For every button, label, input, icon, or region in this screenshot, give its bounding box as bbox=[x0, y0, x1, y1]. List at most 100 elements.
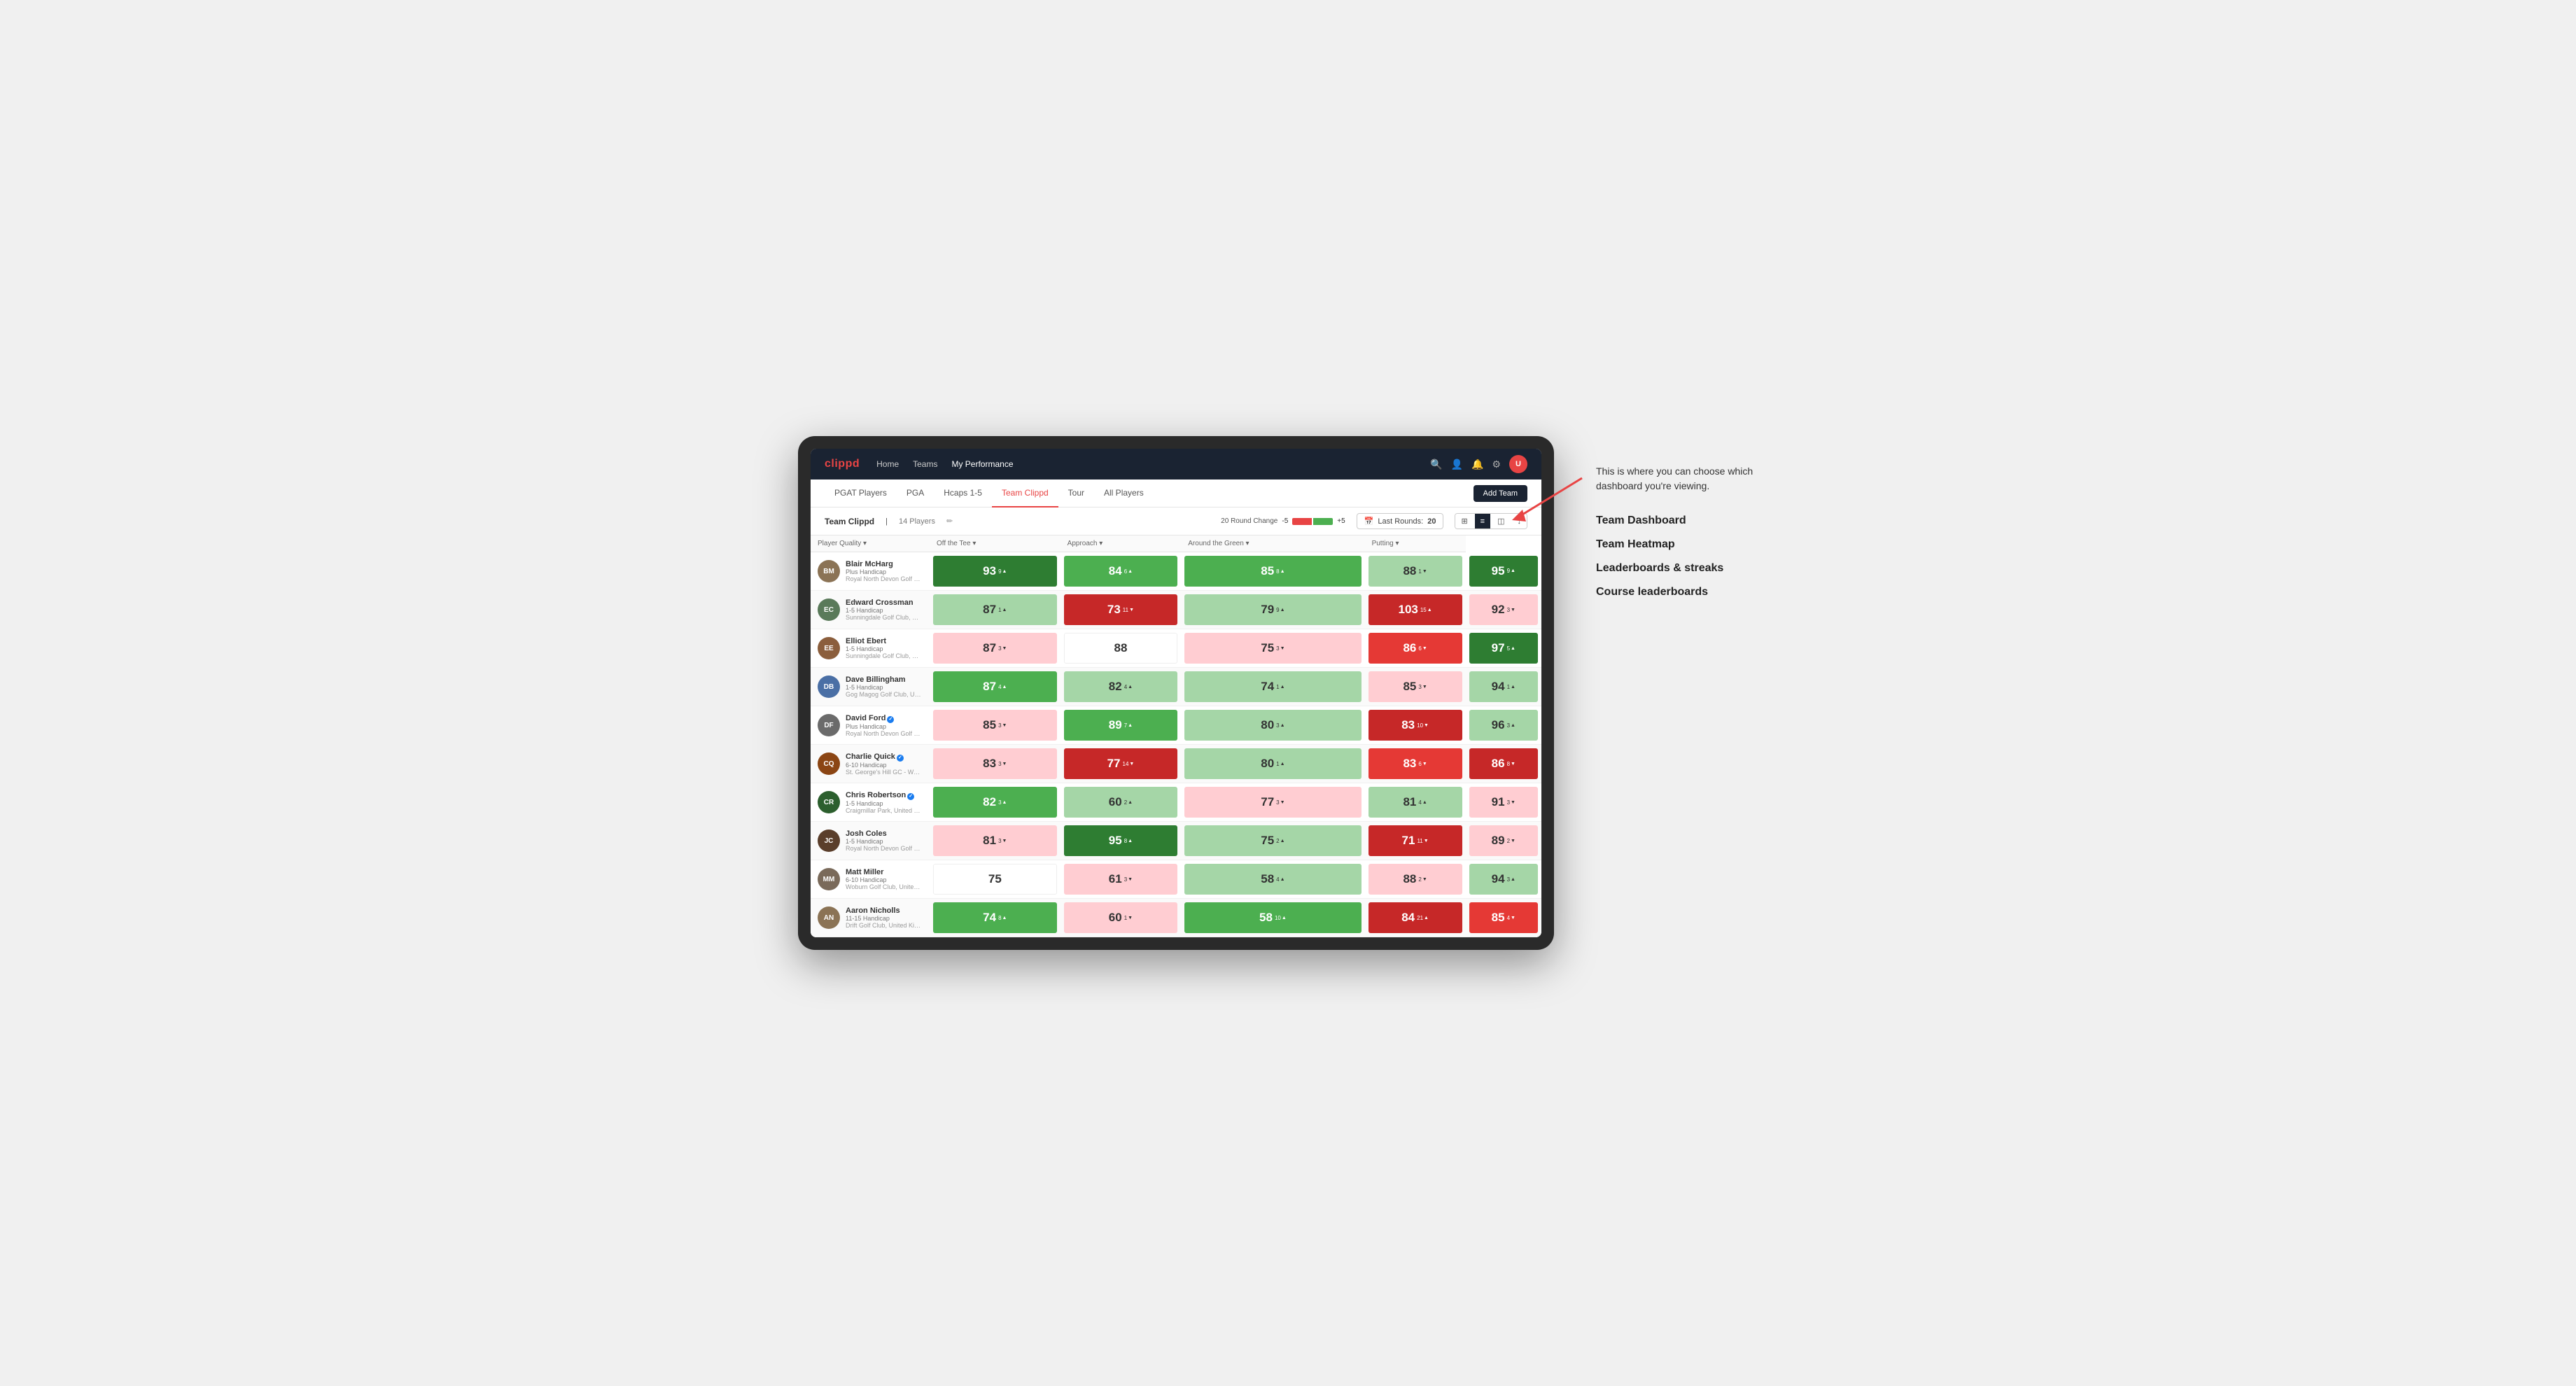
edit-icon[interactable]: ✏ bbox=[946, 517, 953, 526]
player-handicap: 1-5 Handicap bbox=[846, 838, 923, 845]
stat-box: 58 4 bbox=[1184, 864, 1361, 895]
player-avatar: EE bbox=[818, 637, 840, 659]
player-cell[interactable]: JC Josh Coles 1-5 Handicap Royal North D… bbox=[811, 825, 930, 856]
change-down: 11 bbox=[1417, 838, 1428, 844]
stat-cell-player_quality: 74 8 bbox=[930, 899, 1060, 937]
change-up: 10 bbox=[1275, 915, 1287, 921]
stat-cell-player_quality: 87 3 bbox=[930, 629, 1060, 668]
view-grid-btn[interactable]: ⊞ bbox=[1455, 514, 1473, 528]
annotation-item-team-dashboard: Team Dashboard bbox=[1596, 514, 1778, 527]
player-club: Gog Magog Golf Club, United Kingdom bbox=[846, 691, 923, 698]
stat-cell-putting: 91 3 bbox=[1466, 783, 1541, 822]
stat-box: 83 10 bbox=[1368, 710, 1462, 741]
nav-my-performance[interactable]: My Performance bbox=[951, 459, 1013, 469]
player-club: Royal North Devon Golf Club, United King… bbox=[846, 730, 923, 737]
stat-box: 97 5 bbox=[1469, 633, 1538, 664]
last-rounds-button[interactable]: 📅 Last Rounds: 20 bbox=[1357, 513, 1444, 529]
stat-value: 79 bbox=[1261, 603, 1274, 617]
tab-tour[interactable]: Tour bbox=[1058, 479, 1094, 507]
col-header-putting[interactable]: Putting ▾ bbox=[1365, 536, 1466, 552]
tab-pgat-players[interactable]: PGAT Players bbox=[825, 479, 897, 507]
stat-box: 60 2 bbox=[1064, 787, 1178, 818]
stat-value: 87 bbox=[983, 641, 996, 655]
stat-value: 85 bbox=[983, 718, 996, 732]
pos-change-val: +5 bbox=[1337, 517, 1345, 525]
change-down: 11 bbox=[1123, 607, 1134, 613]
change-down: 3 bbox=[998, 761, 1007, 767]
table-row: JC Josh Coles 1-5 Handicap Royal North D… bbox=[811, 822, 1541, 860]
table-row: BM Blair McHarg Plus Handicap Royal Nort… bbox=[811, 552, 1541, 591]
person-icon[interactable]: 👤 bbox=[1451, 458, 1463, 470]
around-green-header: Around the Green ▾ bbox=[1188, 540, 1249, 547]
annotation-item-course-leaderboards: Course leaderboards bbox=[1596, 586, 1778, 598]
stat-value: 103 bbox=[1398, 603, 1418, 617]
table-row: AN Aaron Nicholls 11-15 Handicap Drift G… bbox=[811, 899, 1541, 937]
tab-pga[interactable]: PGA bbox=[897, 479, 934, 507]
player-info: Blair McHarg Plus Handicap Royal North D… bbox=[846, 560, 923, 582]
stat-cell-putting: 89 2 bbox=[1466, 822, 1541, 860]
stat-value: 96 bbox=[1492, 718, 1505, 732]
annotation-item-leaderboards: Leaderboards & streaks bbox=[1596, 562, 1778, 575]
player-cell[interactable]: CQ Charlie Quick✓ 6-10 Handicap St. Geor… bbox=[811, 748, 930, 780]
stat-box: 87 1 bbox=[933, 594, 1057, 625]
tab-hcaps[interactable]: Hcaps 1-5 bbox=[934, 479, 992, 507]
stat-cell-putting: 86 8 bbox=[1466, 745, 1541, 783]
stat-box: 75 3 bbox=[1184, 633, 1361, 664]
stat-box: 82 4 bbox=[1064, 671, 1178, 702]
view-list-btn[interactable]: ≡ bbox=[1475, 514, 1490, 528]
stat-cell-player_quality: 82 3 bbox=[930, 783, 1060, 822]
nav-links: Home Teams My Performance bbox=[876, 459, 1413, 469]
player-cell[interactable]: CR Chris Robertson✓ 1-5 Handicap Craigmi… bbox=[811, 787, 930, 818]
player-cell[interactable]: DB Dave Billingham 1-5 Handicap Gog Mago… bbox=[811, 671, 930, 702]
player-handicap: 6-10 Handicap bbox=[846, 762, 923, 769]
col-header-around-green[interactable]: Around the Green ▾ bbox=[1181, 536, 1364, 552]
col-header-player[interactable]: Player Quality ▾ bbox=[811, 536, 930, 552]
stat-box: 81 4 bbox=[1368, 787, 1462, 818]
tab-team-clippd[interactable]: Team Clippd bbox=[992, 479, 1058, 507]
stat-box: 85 8 bbox=[1184, 556, 1361, 587]
stat-cell-approach: 58 4 bbox=[1181, 860, 1364, 899]
nav-home[interactable]: Home bbox=[876, 459, 899, 469]
stat-value: 88 bbox=[1403, 564, 1416, 578]
player-cell[interactable]: EE Elliot Ebert 1-5 Handicap Sunningdale… bbox=[811, 633, 930, 664]
stat-cell-around_green: 84 21 bbox=[1365, 899, 1466, 937]
stat-value: 86 bbox=[1403, 641, 1416, 655]
player-cell[interactable]: AN Aaron Nicholls 11-15 Handicap Drift G… bbox=[811, 902, 930, 933]
settings-icon[interactable]: ⚙ bbox=[1492, 458, 1501, 470]
table-row: EC Edward Crossman 1-5 Handicap Sunningd… bbox=[811, 591, 1541, 629]
bell-icon[interactable]: 🔔 bbox=[1471, 458, 1483, 470]
col-header-approach[interactable]: Approach ▾ bbox=[1060, 536, 1182, 552]
player-handicap: 11-15 Handicap bbox=[846, 915, 923, 922]
player-info: David Ford✓ Plus Handicap Royal North De… bbox=[846, 714, 923, 737]
player-avatar: DB bbox=[818, 676, 840, 698]
stat-value: 89 bbox=[1109, 718, 1122, 732]
nav-teams[interactable]: Teams bbox=[913, 459, 937, 469]
stat-cell-player_quality: 87 4 bbox=[930, 668, 1060, 706]
tab-all-players[interactable]: All Players bbox=[1094, 479, 1154, 507]
stat-value: 74 bbox=[983, 911, 996, 925]
search-icon[interactable]: 🔍 bbox=[1430, 458, 1442, 470]
dashboard-table: Player Quality ▾ Off the Tee ▾ Approach … bbox=[811, 536, 1541, 937]
stat-value: 83 bbox=[1401, 718, 1415, 732]
player-cell[interactable]: EC Edward Crossman 1-5 Handicap Sunningd… bbox=[811, 594, 930, 625]
stat-value: 88 bbox=[1114, 641, 1128, 655]
verified-icon: ✓ bbox=[887, 716, 894, 723]
change-up: 2 bbox=[1276, 838, 1284, 844]
stat-box: 93 9 bbox=[933, 556, 1057, 587]
table-row: MM Matt Miller 6-10 Handicap Woburn Golf… bbox=[811, 860, 1541, 899]
stat-box: 86 6 bbox=[1368, 633, 1462, 664]
stat-value: 83 bbox=[1403, 757, 1416, 771]
stat-value: 75 bbox=[1261, 834, 1274, 848]
change-bar bbox=[1292, 518, 1333, 525]
stat-cell-player_quality: 75 bbox=[930, 860, 1060, 899]
col-header-off-tee[interactable]: Off the Tee ▾ bbox=[930, 536, 1060, 552]
table-row: DB Dave Billingham 1-5 Handicap Gog Mago… bbox=[811, 668, 1541, 706]
stat-box: 88 1 bbox=[1368, 556, 1462, 587]
change-down: 3 bbox=[1276, 799, 1284, 806]
stat-value: 82 bbox=[983, 795, 996, 809]
separator: | bbox=[886, 517, 888, 526]
player-cell[interactable]: DF David Ford✓ Plus Handicap Royal North… bbox=[811, 710, 930, 741]
stat-box: 79 9 bbox=[1184, 594, 1361, 625]
player-cell[interactable]: BM Blair McHarg Plus Handicap Royal Nort… bbox=[811, 556, 930, 587]
player-cell[interactable]: MM Matt Miller 6-10 Handicap Woburn Golf… bbox=[811, 864, 930, 895]
